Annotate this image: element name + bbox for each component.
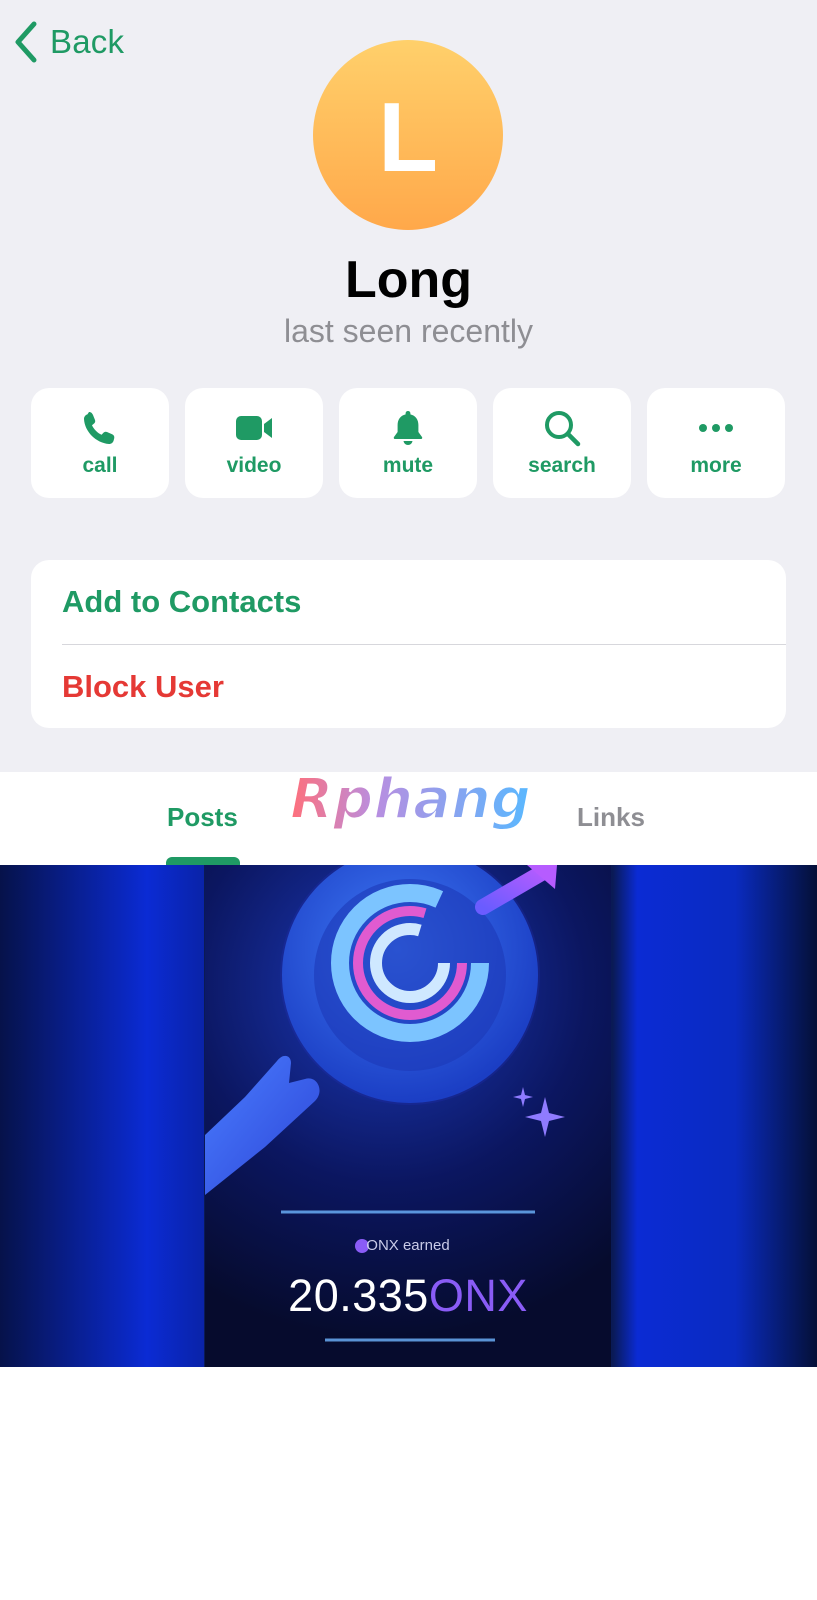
contact-options-card: Add to Contacts Block User bbox=[31, 560, 786, 728]
active-tab-indicator bbox=[166, 857, 240, 865]
video-label: video bbox=[226, 454, 282, 477]
tab-links[interactable]: Links bbox=[577, 802, 645, 833]
post-image: ONX earned 20.335ONX bbox=[205, 865, 611, 1367]
avatar-letter: L bbox=[378, 82, 438, 192]
avatar[interactable]: L bbox=[313, 40, 503, 230]
more-dots-icon bbox=[699, 424, 733, 432]
profile-name: Long bbox=[344, 251, 473, 309]
search-label: search bbox=[528, 454, 596, 477]
onx-earned-label: ONX earned bbox=[205, 1237, 611, 1254]
post-media[interactable]: ONX earned 20.335ONX bbox=[0, 865, 817, 1367]
search-button[interactable]: search bbox=[493, 388, 631, 498]
back-label: Back bbox=[50, 23, 125, 60]
phone-icon bbox=[84, 412, 115, 444]
call-label: call bbox=[82, 454, 118, 477]
mute-label: mute bbox=[382, 454, 434, 477]
more-button[interactable]: more bbox=[647, 388, 785, 498]
tab-posts[interactable]: Posts bbox=[167, 802, 238, 833]
chevron-left-icon bbox=[15, 21, 37, 63]
more-label: more bbox=[690, 454, 742, 477]
action-bar: call video mute search more bbox=[31, 388, 785, 498]
block-user-button[interactable]: Block User bbox=[31, 645, 786, 728]
onx-amount: 20.335ONX bbox=[205, 1270, 611, 1322]
search-icon bbox=[545, 411, 581, 447]
onx-amount-unit: ONX bbox=[428, 1270, 528, 1321]
profile-status: last seen recently bbox=[283, 313, 533, 349]
bell-icon bbox=[393, 411, 423, 445]
back-button[interactable]: Back bbox=[12, 18, 124, 66]
video-camera-icon bbox=[236, 416, 272, 440]
call-button[interactable]: call bbox=[31, 388, 169, 498]
onx-amount-value: 20.335 bbox=[288, 1270, 429, 1321]
watermark-text: Rphang bbox=[290, 768, 531, 832]
video-button[interactable]: video bbox=[185, 388, 323, 498]
watermark-logo: Rphang bbox=[289, 768, 532, 833]
add-to-contacts-button[interactable]: Add to Contacts bbox=[31, 560, 786, 644]
mute-button[interactable]: mute bbox=[339, 388, 477, 498]
onx-earned-text: ONX earned bbox=[366, 1237, 450, 1254]
